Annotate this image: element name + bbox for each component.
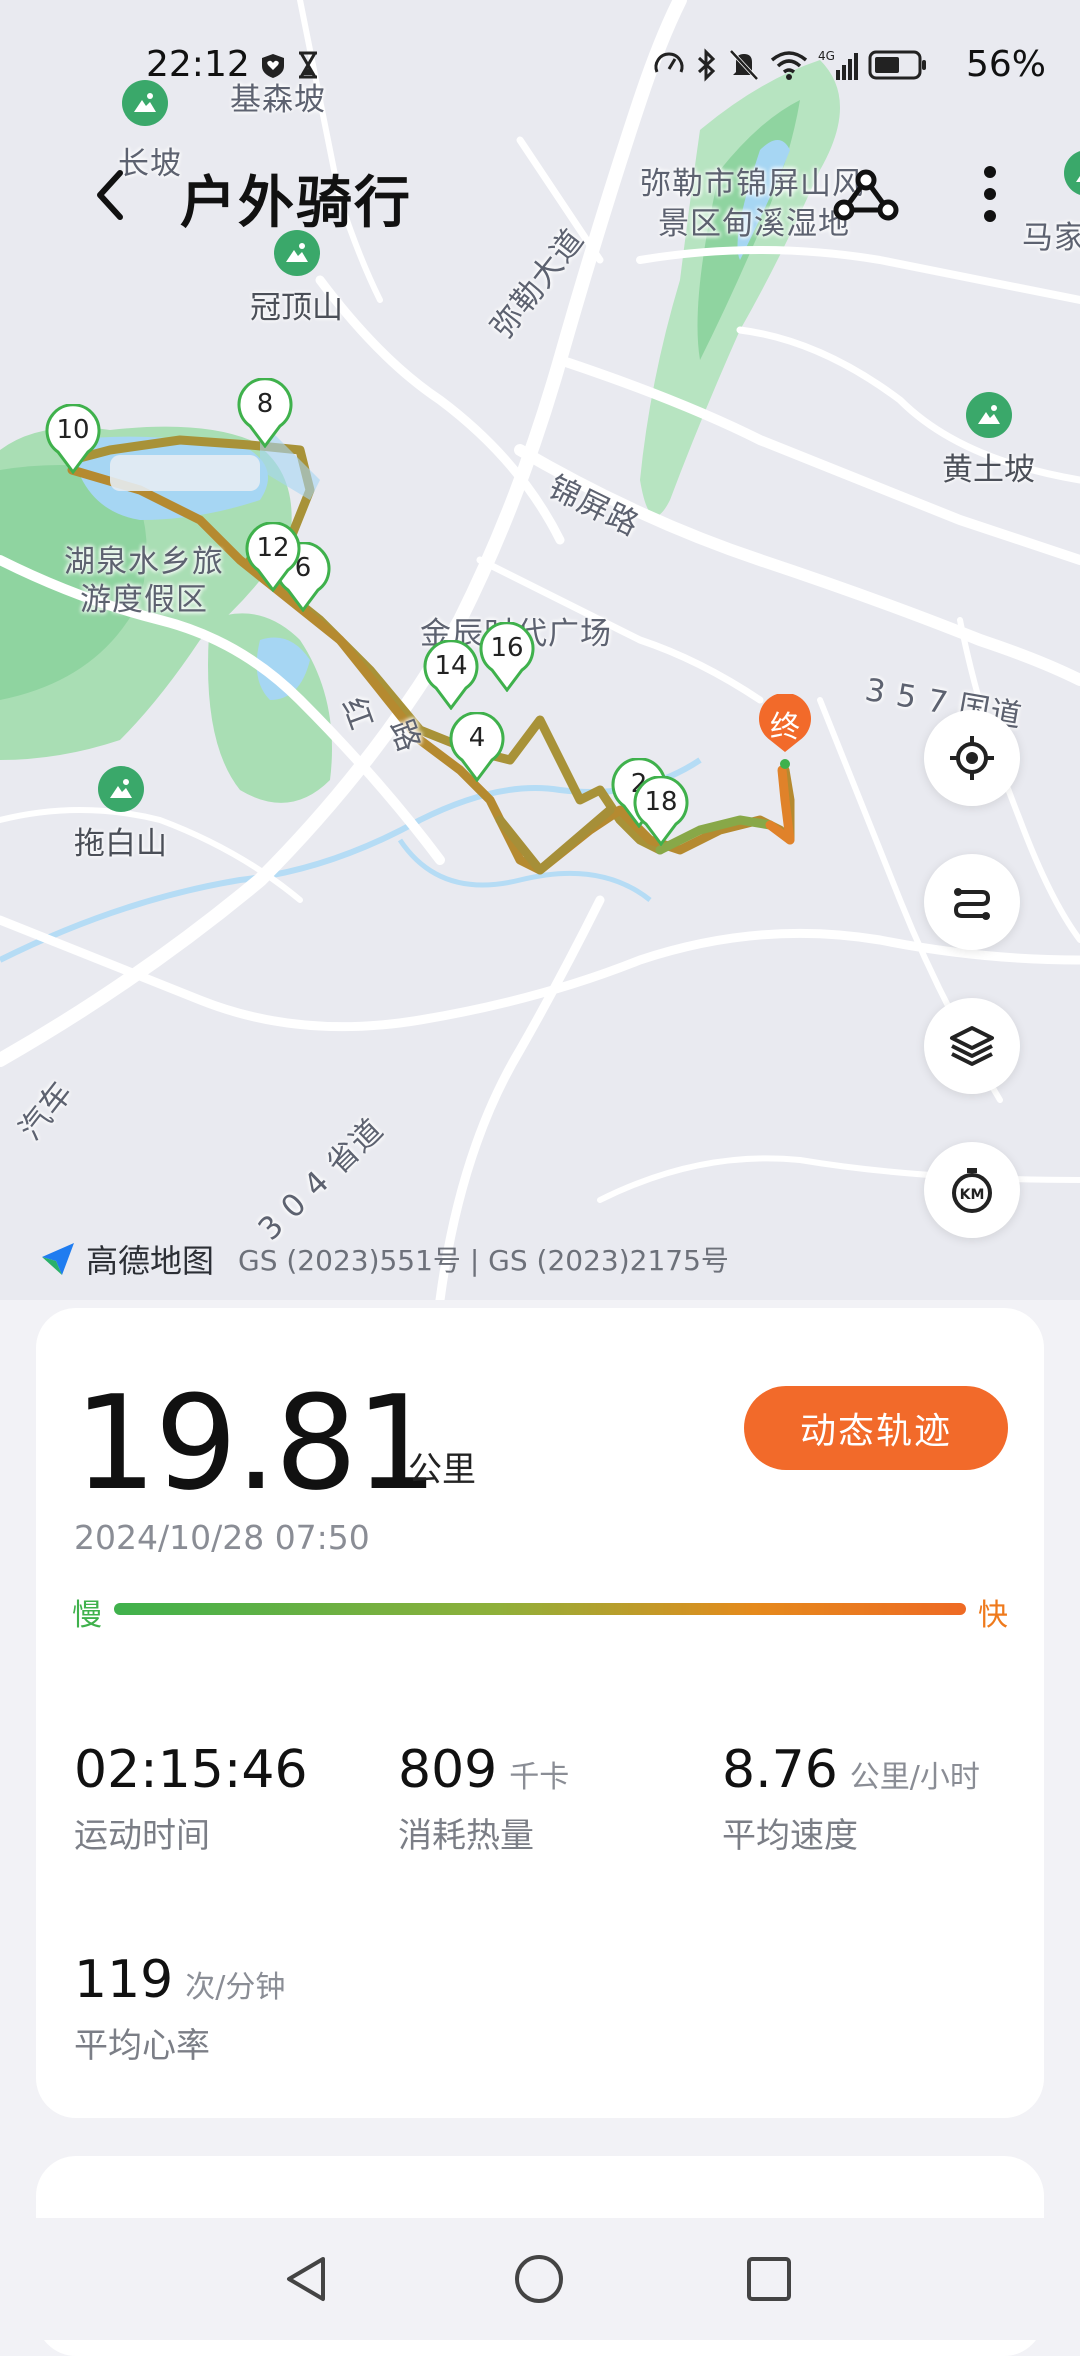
wifi-icon bbox=[770, 51, 808, 80]
map-layers-button[interactable] bbox=[924, 998, 1020, 1094]
locate-icon bbox=[950, 736, 994, 780]
svg-text:KM: KM bbox=[960, 1187, 985, 1203]
distance-unit: 公里 bbox=[408, 1450, 476, 1490]
stat-label: 运动时间 bbox=[74, 1816, 210, 1856]
distance-value: 19.81 bbox=[74, 1367, 438, 1519]
system-nav-bar bbox=[0, 2218, 1080, 2340]
speed-icon bbox=[654, 52, 684, 73]
map-brand: 高德地图 bbox=[86, 1242, 215, 1280]
poi-label: 黄土坡 bbox=[942, 452, 1035, 488]
stat-value: 8.76 bbox=[722, 1740, 838, 1800]
back-button[interactable] bbox=[80, 160, 140, 230]
signal-4g-icon: 4G bbox=[818, 49, 858, 80]
map-label-hu-2: 游度假区 bbox=[80, 582, 208, 618]
battery-icon bbox=[868, 50, 926, 80]
km-marker-label: 18 bbox=[644, 787, 678, 817]
map-attribution: 高德地图 GS (2023)551号 | GS (2023)2175号 bbox=[38, 1236, 729, 1282]
route-icon bbox=[953, 888, 991, 920]
poi-label: 拖白山 bbox=[74, 826, 167, 862]
stopwatch-km-icon: KM bbox=[952, 1168, 992, 1213]
km-marker-label: 12 bbox=[256, 533, 290, 563]
km-marker-12[interactable]: 12 bbox=[244, 522, 302, 592]
stat-value: 809 bbox=[398, 1740, 498, 1800]
stat-label: 消耗热量 bbox=[398, 1816, 534, 1856]
battery-percent: 56% bbox=[966, 44, 1047, 85]
stat-unit: 次/分钟 bbox=[185, 1970, 286, 2005]
nav-back-button[interactable] bbox=[272, 2244, 342, 2314]
mountain-icon bbox=[965, 392, 1012, 438]
workout-datetime: 2024/10/28 07:50 bbox=[74, 1518, 370, 1557]
nav-recents-icon bbox=[747, 2257, 791, 2301]
status-right-icons: 4G bbox=[652, 48, 928, 82]
status-time: 22:12 bbox=[146, 44, 250, 85]
svg-text:4G: 4G bbox=[818, 49, 835, 63]
stat-duration: 02:15:46 运动时间 bbox=[74, 1740, 308, 1857]
km-marker-16[interactable]: 16 bbox=[478, 622, 536, 692]
km-marker-18[interactable]: 18 bbox=[632, 776, 690, 846]
end-marker-label: 终 bbox=[770, 710, 800, 745]
mute-icon bbox=[729, 49, 759, 81]
nav-home-icon bbox=[515, 2255, 563, 2303]
km-marker-label: 10 bbox=[56, 415, 90, 445]
page-title: 户外骑行 bbox=[180, 171, 412, 236]
km-marker-14[interactable]: 14 bbox=[422, 640, 480, 710]
stat-unit: 公里/小时 bbox=[849, 1760, 980, 1795]
km-marker-8[interactable]: 8 bbox=[236, 378, 294, 448]
poi-label: 冠顶山 bbox=[250, 290, 343, 326]
share-icon bbox=[833, 169, 899, 221]
poi-tuobaishan: 拖白山 bbox=[74, 766, 167, 863]
nav-back-icon bbox=[287, 2257, 325, 2301]
map-license: GS (2023)551号 | GS (2023)2175号 bbox=[238, 1244, 729, 1277]
stat-value: 02:15:46 bbox=[74, 1740, 308, 1800]
stat-calories: 809 千卡 消耗热量 bbox=[398, 1740, 569, 1857]
speed-legend-slow: 慢 bbox=[72, 1598, 102, 1633]
layers-icon bbox=[950, 1026, 994, 1066]
status-left-icons bbox=[258, 50, 320, 80]
stat-avg-heart-rate: 119 次/分钟 平均心率 bbox=[74, 1950, 285, 2067]
poi-guandingshan: 冠顶山 bbox=[250, 230, 343, 327]
route-toggle-button[interactable] bbox=[924, 854, 1020, 950]
end-marker[interactable]: 终 bbox=[756, 692, 814, 770]
nav-home-button[interactable] bbox=[504, 2244, 574, 2314]
title-bar: 户外骑行 bbox=[0, 150, 1080, 240]
speed-legend-fast: 快 bbox=[978, 1598, 1008, 1633]
share-button[interactable] bbox=[830, 160, 900, 230]
km-marker-label: 8 bbox=[256, 389, 274, 419]
stat-label: 平均速度 bbox=[722, 1816, 858, 1856]
status-bar: 22:12 4G 56% bbox=[0, 36, 1080, 96]
back-arrow-icon bbox=[97, 170, 123, 220]
km-marker-label: 16 bbox=[490, 633, 524, 663]
poi-huangtupo: 黄土坡 bbox=[942, 392, 1035, 489]
summary-card: 19.81 公里 动态轨迹 2024/10/28 07:50 慢 快 02:15… bbox=[36, 1308, 1044, 2118]
nav-recents-button[interactable] bbox=[734, 2244, 804, 2314]
more-vertical-icon bbox=[984, 166, 996, 222]
km-marker-4[interactable]: 4 bbox=[448, 712, 506, 782]
stat-avg-speed: 8.76 公里/小时 平均速度 bbox=[722, 1740, 980, 1857]
km-marker-label: 4 bbox=[468, 723, 486, 753]
km-marker-10[interactable]: 10 bbox=[44, 404, 102, 474]
speed-gradient-bar bbox=[114, 1603, 966, 1615]
stat-label: 平均心率 bbox=[74, 2026, 210, 2066]
amap-logo-icon bbox=[42, 1243, 74, 1275]
locate-button[interactable] bbox=[924, 710, 1020, 806]
bluetooth-icon bbox=[697, 48, 716, 82]
mountain-icon bbox=[97, 766, 144, 812]
dynamic-track-button[interactable]: 动态轨迹 bbox=[744, 1386, 1008, 1470]
more-options-button[interactable] bbox=[960, 160, 1020, 230]
stat-unit: 千卡 bbox=[509, 1760, 570, 1795]
km-marker-label: 14 bbox=[434, 651, 468, 681]
hourglass-icon bbox=[299, 51, 317, 79]
km-split-button[interactable]: KM bbox=[924, 1142, 1020, 1238]
stat-value: 119 bbox=[74, 1950, 174, 2010]
heart-shield-icon bbox=[262, 54, 284, 78]
